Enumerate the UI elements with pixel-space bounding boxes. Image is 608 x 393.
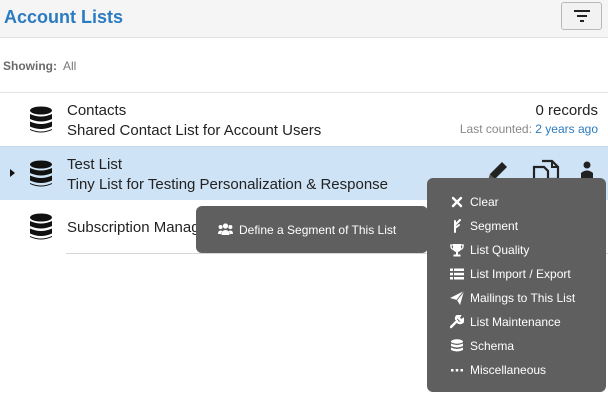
record-count: 0 records xyxy=(535,102,598,119)
menu-item-label: Clear xyxy=(470,195,499,209)
menu-item-label: Schema xyxy=(470,339,515,353)
list-icon xyxy=(450,268,464,280)
segment-tooltip: Define a Segment of This List xyxy=(196,206,428,253)
filter-button[interactable] xyxy=(561,2,602,30)
list-actions-menu: Clear Segment List Quality List Import /… xyxy=(427,178,606,392)
menu-item-import-export[interactable]: List Import / Export xyxy=(427,262,606,286)
menu-item-segment[interactable]: Segment xyxy=(427,214,606,238)
paper-plane-icon xyxy=(450,291,464,305)
filter-label: Showing: xyxy=(3,59,57,73)
list-description: Shared Contact List for Account Users xyxy=(67,122,322,139)
segment-icon xyxy=(454,219,461,233)
filter-value[interactable]: All xyxy=(63,59,76,73)
menu-item-schema[interactable]: Schema xyxy=(427,334,606,358)
list-description: Tiny List for Testing Personalization & … xyxy=(67,176,388,193)
list-row-contacts[interactable]: Contacts Shared Contact List for Account… xyxy=(0,92,608,146)
menu-item-label: Segment xyxy=(470,219,519,233)
filter-icon xyxy=(573,10,590,22)
page-header: Account Lists xyxy=(0,0,608,38)
menu-item-label: List Maintenance xyxy=(470,315,561,329)
close-icon xyxy=(451,196,463,208)
menu-item-label: Mailings to This List xyxy=(470,291,576,305)
database-icon xyxy=(30,106,52,133)
last-counted-value[interactable]: 2 years ago xyxy=(535,122,598,136)
tooltip-text: Define a Segment of This List xyxy=(239,223,397,237)
page-title: Account Lists xyxy=(4,7,124,27)
trophy-icon xyxy=(450,244,464,257)
menu-item-misc[interactable]: Miscellaneous xyxy=(427,358,606,382)
list-name[interactable]: Test List xyxy=(67,156,122,173)
menu-item-mailings[interactable]: Mailings to This List xyxy=(427,286,606,310)
expand-caret-icon[interactable] xyxy=(10,169,15,177)
last-counted: Last counted: 2 years ago xyxy=(460,122,598,136)
database-icon xyxy=(451,339,463,352)
wrench-icon xyxy=(450,315,464,329)
users-icon xyxy=(218,223,233,235)
filter-status: Showing: All xyxy=(3,59,76,73)
menu-item-label: List Quality xyxy=(470,243,530,257)
list-name[interactable]: Contacts xyxy=(67,102,126,119)
last-counted-label: Last counted: xyxy=(459,122,532,136)
menu-item-list-quality[interactable]: List Quality xyxy=(427,238,606,262)
database-icon xyxy=(30,160,52,187)
ellipsis-icon xyxy=(451,369,463,372)
menu-item-clear[interactable]: Clear xyxy=(427,190,606,214)
menu-item-label: Miscellaneous xyxy=(470,363,547,377)
list-name[interactable]: Subscription Manag xyxy=(67,219,200,236)
database-icon xyxy=(30,213,52,240)
menu-item-label: List Import / Export xyxy=(470,267,571,281)
menu-item-maintenance[interactable]: List Maintenance xyxy=(427,310,606,334)
